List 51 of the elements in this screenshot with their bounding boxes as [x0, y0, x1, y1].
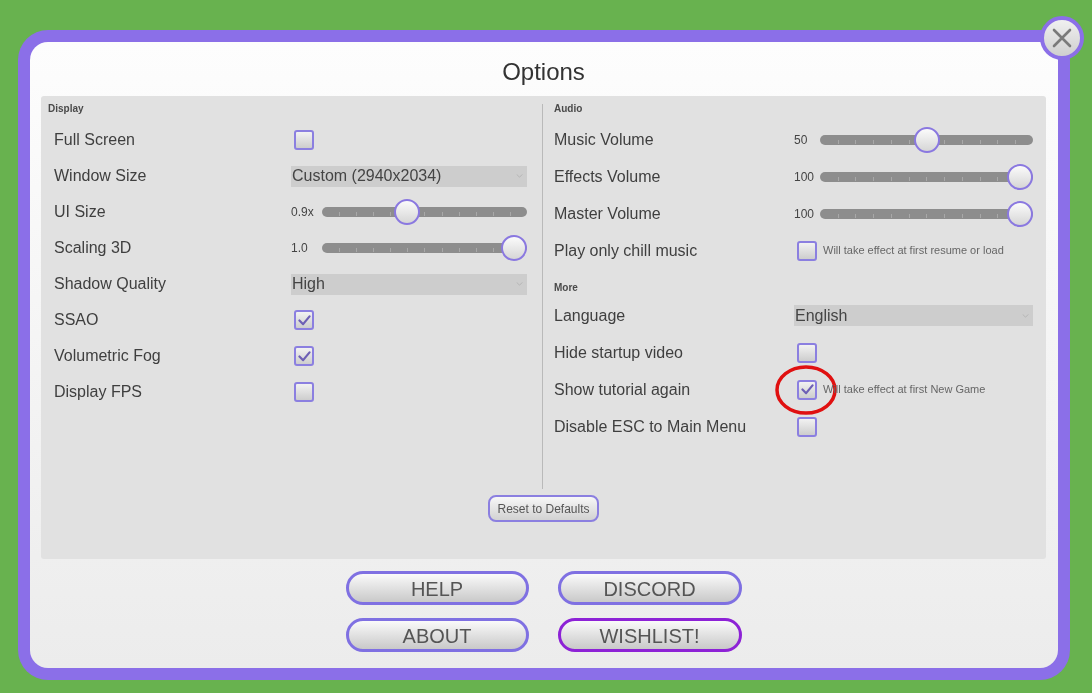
- menu-button[interactable]: WISHLIST!: [557, 618, 742, 652]
- checkbox[interactable]: [797, 342, 817, 363]
- dropdown[interactable]: High: [291, 273, 527, 295]
- checkbox[interactable]: [797, 379, 817, 400]
- setting-label: Window Size: [54, 166, 148, 186]
- checkbox[interactable]: [294, 310, 314, 330]
- close-icon: [1052, 28, 1072, 48]
- setting-label: Shadow Quality: [54, 274, 168, 294]
- check-icon: [297, 314, 311, 326]
- setting-label: Disable ESC to Main Menu: [554, 416, 748, 437]
- slider-thumb[interactable]: [913, 126, 940, 153]
- setting-label: Language: [554, 305, 627, 326]
- checkbox[interactable]: [294, 130, 314, 150]
- slider-value: 100: [794, 168, 816, 186]
- dropdown[interactable]: Custom (2940x2034): [291, 165, 527, 187]
- slider-value: 100: [794, 205, 816, 223]
- note-text: Will take effect at first resume or load: [823, 243, 1004, 259]
- checkbox[interactable]: [797, 416, 817, 437]
- reset-button[interactable]: Reset to Defaults: [488, 495, 599, 522]
- section-heading: Audio: [553, 102, 584, 116]
- slider-thumb[interactable]: [1007, 163, 1033, 190]
- section-heading: Display: [47, 102, 85, 116]
- checkbox[interactable]: [797, 240, 817, 261]
- setting-label: Music Volume: [554, 129, 655, 150]
- slider-value: 50: [794, 131, 809, 149]
- check-icon: [800, 384, 814, 395]
- window-title: Options: [502, 57, 585, 87]
- dropdown[interactable]: English: [794, 305, 1033, 326]
- setting-label: Hide startup video: [554, 342, 684, 363]
- check-icon: [297, 350, 311, 362]
- setting-label: Scaling 3D: [54, 238, 133, 258]
- slider-thumb[interactable]: [393, 199, 420, 225]
- setting-label: Volumetric Fog: [54, 346, 162, 366]
- section-heading: More: [553, 281, 579, 295]
- slider-thumb[interactable]: [501, 235, 527, 261]
- setting-label: UI Size: [54, 202, 107, 222]
- menu-button[interactable]: HELP: [345, 571, 529, 605]
- setting-label: Display FPS: [54, 382, 144, 402]
- menu-button[interactable]: ABOUT: [345, 618, 529, 652]
- checkbox[interactable]: [294, 382, 314, 402]
- setting-label: SSAO: [54, 310, 100, 330]
- setting-label: Master Volume: [554, 203, 662, 224]
- setting-label: Full Screen: [54, 130, 136, 150]
- menu-button[interactable]: DISCORD: [557, 571, 742, 605]
- checkbox[interactable]: [294, 346, 314, 366]
- setting-label: Play only chill music: [554, 240, 699, 261]
- slider-value: 1.0: [291, 240, 309, 257]
- slider-value: 0.9x: [291, 204, 315, 221]
- slider-thumb[interactable]: [1007, 200, 1033, 227]
- setting-label: Show tutorial again: [554, 379, 692, 400]
- setting-label: Effects Volume: [554, 166, 662, 187]
